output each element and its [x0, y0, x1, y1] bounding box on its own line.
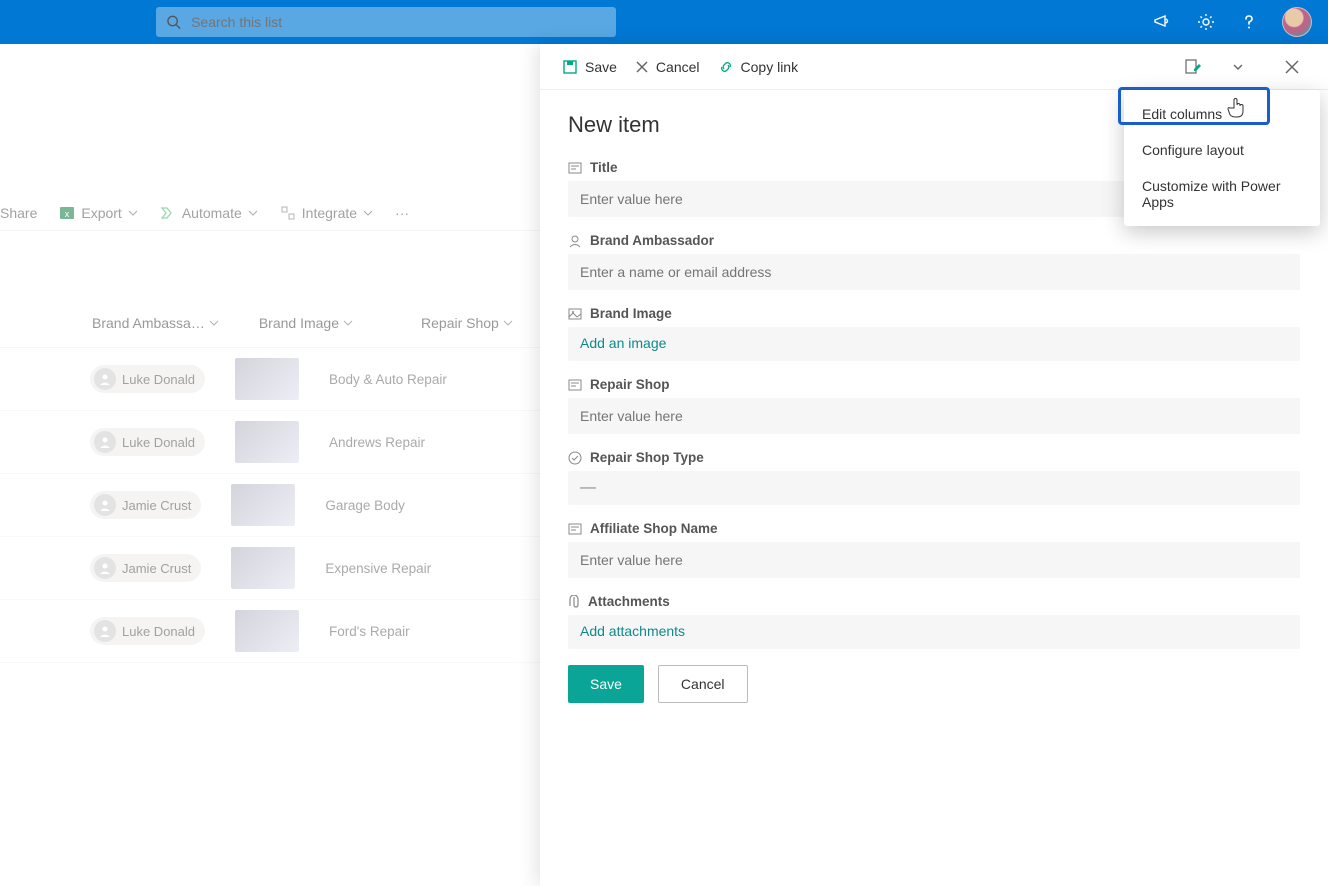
save-button[interactable]: Save — [562, 59, 617, 75]
search-input[interactable] — [191, 14, 606, 30]
repair-shop-input[interactable] — [568, 398, 1300, 434]
attachment-icon — [568, 595, 580, 609]
close-icon — [635, 60, 649, 74]
megaphone-icon[interactable] — [1152, 12, 1172, 32]
image-icon — [568, 308, 582, 320]
person-icon — [568, 234, 582, 248]
text-icon — [568, 162, 582, 174]
text-icon — [568, 379, 582, 391]
help-icon[interactable] — [1240, 13, 1258, 31]
avatar[interactable] — [1282, 7, 1312, 37]
menu-item-customize-powerapps[interactable]: Customize with Power Apps — [1124, 168, 1320, 220]
save-icon — [562, 59, 578, 75]
form-settings-chevron[interactable] — [1226, 57, 1250, 77]
field-attachments: Attachments Add attachments — [568, 594, 1300, 649]
choice-icon — [568, 451, 582, 465]
add-attachments-link[interactable]: Add attachments — [580, 623, 685, 639]
field-repair-shop-type: Repair Shop Type — — [568, 450, 1300, 505]
search-box[interactable] — [156, 7, 616, 37]
affiliate-shop-input[interactable] — [568, 542, 1300, 578]
app-header — [0, 0, 1328, 44]
copy-link-button[interactable]: Copy link — [718, 59, 799, 75]
repair-shop-type-select[interactable]: — — [568, 471, 1300, 505]
field-brand-ambassador: Brand Ambassador — [568, 233, 1300, 290]
field-affiliate-shop-name: Affiliate Shop Name — [568, 521, 1300, 578]
save-button[interactable]: Save — [568, 665, 644, 703]
panel-command-bar: Save Cancel Copy link — [540, 44, 1328, 90]
form-settings-menu: Edit columns Configure layout Customize … — [1124, 90, 1320, 226]
close-panel-button[interactable] — [1278, 55, 1306, 79]
edit-form-icon — [1184, 58, 1202, 76]
field-repair-shop: Repair Shop — [568, 377, 1300, 434]
link-icon — [718, 59, 734, 75]
close-icon — [1284, 59, 1300, 75]
search-icon — [166, 14, 181, 30]
cancel-button[interactable]: Cancel — [658, 665, 748, 703]
text-icon — [568, 523, 582, 535]
cancel-button[interactable]: Cancel — [635, 59, 700, 75]
add-image-link[interactable]: Add an image — [580, 335, 666, 351]
field-brand-image: Brand Image Add an image — [568, 306, 1300, 361]
menu-item-edit-columns[interactable]: Edit columns — [1124, 96, 1320, 132]
chevron-down-icon — [1232, 61, 1244, 73]
form-settings-button[interactable] — [1178, 54, 1208, 80]
gear-icon[interactable] — [1196, 12, 1216, 32]
menu-item-configure-layout[interactable]: Configure layout — [1124, 132, 1320, 168]
brand-ambassador-input[interactable] — [568, 254, 1300, 290]
